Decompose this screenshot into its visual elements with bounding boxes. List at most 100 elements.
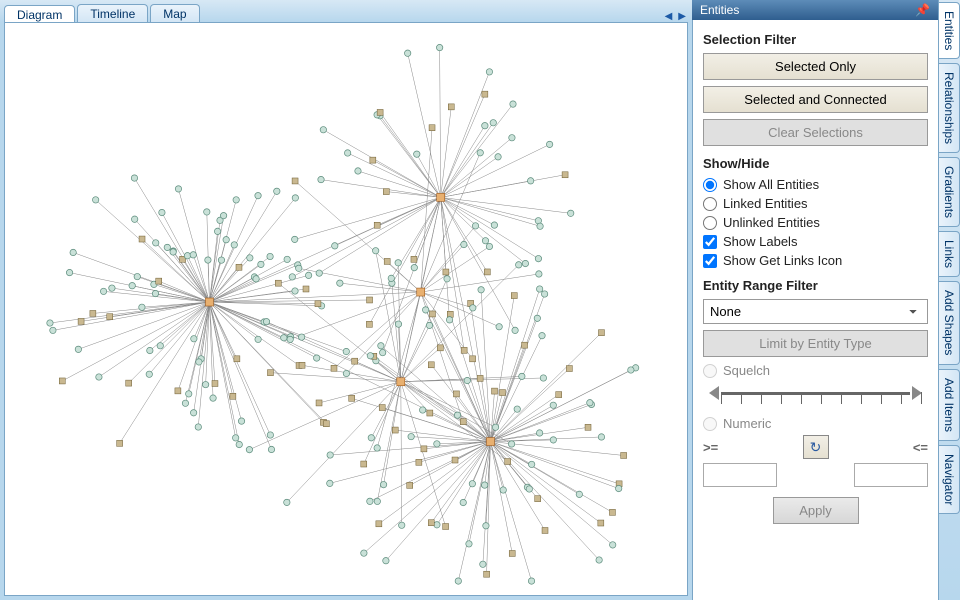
vtab-relationships[interactable]: Relationships	[939, 63, 960, 153]
lte-input[interactable]	[854, 463, 928, 487]
graph-node[interactable]	[212, 381, 218, 387]
graph-node[interactable]	[527, 178, 533, 184]
graph-node[interactable]	[255, 192, 261, 198]
selected-only-button[interactable]: Selected Only	[703, 53, 928, 80]
graph-node[interactable]	[190, 410, 196, 416]
graph-node[interactable]	[541, 291, 547, 297]
graph-node[interactable]	[318, 176, 324, 182]
graph-node[interactable]	[223, 237, 229, 243]
graph-node[interactable]	[376, 521, 382, 527]
graph-node[interactable]	[129, 282, 135, 288]
graph-node[interactable]	[461, 347, 467, 353]
graph-node[interactable]	[534, 315, 540, 321]
graph-node[interactable]	[379, 405, 385, 411]
graph-node[interactable]	[230, 393, 236, 399]
graph-node[interactable]	[253, 276, 259, 282]
graph-node[interactable]	[255, 336, 261, 342]
graph-node[interactable]	[100, 288, 106, 294]
graph-node[interactable]	[576, 491, 582, 497]
graph-node[interactable]	[491, 222, 497, 228]
graph-node[interactable]	[238, 418, 244, 424]
graph-node[interactable]	[482, 238, 488, 244]
vtab-entities[interactable]: Entities	[939, 2, 960, 59]
graph-node[interactable]	[429, 125, 435, 131]
graph-node[interactable]	[147, 347, 153, 353]
graph-node[interactable]	[268, 446, 274, 452]
graph-node[interactable]	[134, 273, 140, 279]
graph-node[interactable]	[536, 286, 542, 292]
graph-node[interactable]	[421, 446, 427, 452]
graph-node[interactable]	[587, 400, 593, 406]
graph-node[interactable]	[477, 375, 483, 381]
graph-node[interactable]	[139, 236, 145, 242]
graph-node[interactable]	[492, 388, 498, 394]
graph-node[interactable]	[615, 485, 621, 491]
graph-node[interactable]	[516, 262, 522, 268]
graph-node[interactable]	[205, 257, 211, 263]
show-get-links-check[interactable]: Show Get Links Icon	[703, 253, 928, 268]
graph-node[interactable]	[500, 487, 506, 493]
graph-node[interactable]	[117, 440, 123, 446]
graph-node[interactable]	[175, 186, 181, 192]
graph-node[interactable]	[460, 419, 466, 425]
tab-diagram[interactable]: Diagram	[4, 5, 75, 23]
graph-node[interactable]	[75, 346, 81, 352]
graph-node[interactable]	[349, 395, 355, 401]
graph-node[interactable]	[47, 320, 53, 326]
graph-node[interactable]	[388, 275, 394, 281]
graph-node[interactable]	[131, 175, 137, 181]
graph-node[interactable]	[598, 330, 604, 336]
graph-node[interactable]	[434, 441, 440, 447]
graph-node[interactable]	[434, 522, 440, 528]
graph-node[interactable]	[70, 249, 76, 255]
graph-node[interactable]	[372, 248, 378, 254]
graph-node[interactable]	[191, 336, 197, 342]
graph-node[interactable]	[448, 104, 454, 110]
graph-node[interactable]	[522, 342, 528, 348]
graph-node[interactable]	[550, 437, 556, 443]
graph-node[interactable]	[378, 343, 384, 349]
graph-node[interactable]	[528, 461, 534, 467]
graph-node[interactable]	[453, 391, 459, 397]
graph-node[interactable]	[107, 314, 113, 320]
graph-node[interactable]	[454, 412, 460, 418]
graph-node[interactable]	[374, 222, 380, 228]
graph-node[interactable]	[414, 151, 420, 157]
graph-node[interactable]	[175, 388, 181, 394]
graph-node[interactable]	[482, 122, 488, 128]
graph-node[interactable]	[486, 243, 492, 249]
graph-node[interactable]	[126, 380, 132, 386]
numeric-refresh-button[interactable]: ↻	[803, 435, 829, 459]
graph-node[interactable]	[512, 327, 518, 333]
graph-node[interactable]	[314, 355, 320, 361]
graph-node[interactable]	[477, 150, 483, 156]
graph-node[interactable]	[535, 496, 541, 502]
graph-node[interactable]	[316, 270, 322, 276]
linked-entities-radio[interactable]: Linked Entities	[703, 196, 928, 211]
graph-node[interactable]	[383, 558, 389, 564]
graph-node[interactable]	[596, 557, 602, 563]
graph-node[interactable]	[305, 272, 311, 278]
graph-node[interactable]	[444, 276, 450, 282]
graph-node[interactable]	[327, 452, 333, 458]
graph-node[interactable]	[131, 216, 137, 222]
tab-scroll-right-icon[interactable]: ▶	[678, 11, 686, 22]
graph-node[interactable]	[550, 402, 556, 408]
graph-node[interactable]	[202, 381, 208, 387]
graph-node[interactable]	[186, 391, 192, 397]
graph-node[interactable]	[231, 242, 237, 248]
graph-node[interactable]	[411, 256, 417, 262]
graph-node[interactable]	[352, 358, 358, 364]
graph-node[interactable]	[470, 356, 476, 362]
graph-node[interactable]	[156, 278, 162, 284]
graph-node[interactable]	[370, 157, 376, 163]
graph-node[interactable]	[443, 269, 449, 275]
tab-map[interactable]: Map	[150, 4, 199, 22]
graph-node[interactable]	[621, 452, 627, 458]
graph-node[interactable]	[315, 301, 321, 307]
unlinked-entities-radio[interactable]: Unlinked Entities	[703, 215, 928, 230]
graph-node[interactable]	[190, 252, 196, 258]
graph-node[interactable]	[428, 520, 434, 526]
graph-node[interactable]	[490, 120, 496, 126]
graph-node[interactable]	[407, 482, 413, 488]
